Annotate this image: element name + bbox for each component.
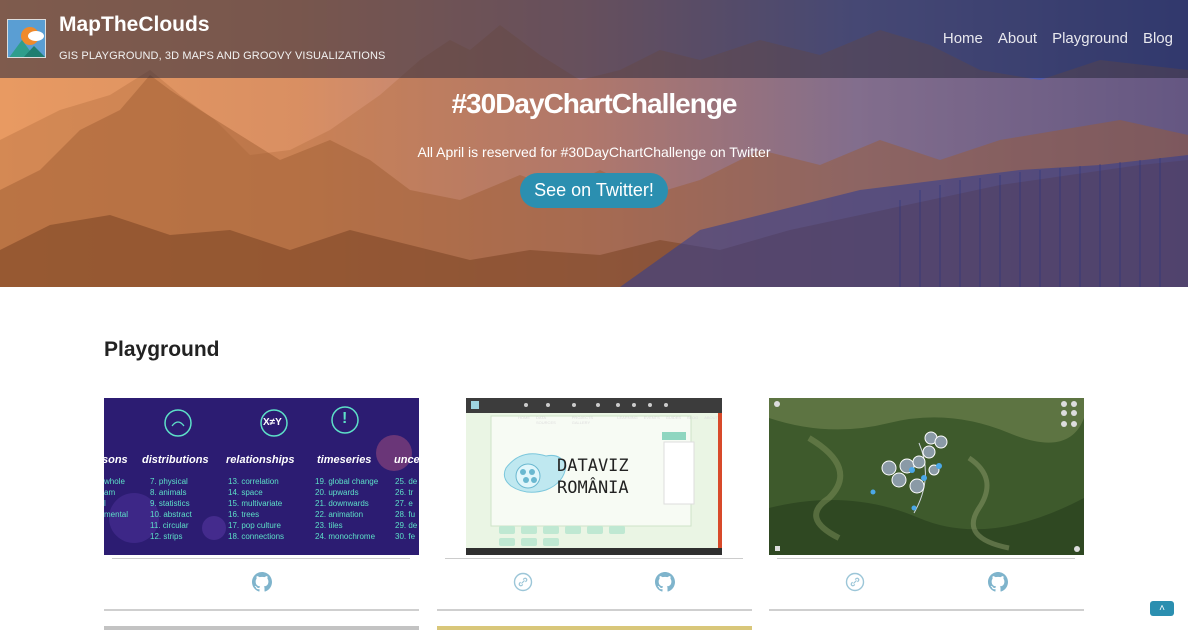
- brand-name[interactable]: MapTheClouds: [59, 13, 210, 37]
- see-on-twitter-button[interactable]: See on Twitter!: [520, 173, 668, 208]
- card-divider: [777, 558, 1075, 559]
- thumb-col: whole am l mental: [104, 477, 129, 519]
- thumb-header: relationships: [226, 454, 295, 466]
- navbar: MapTheClouds GIS PLAYGROUND, 3D MAPS AND…: [0, 0, 1188, 78]
- thumb-header: timeseries: [317, 454, 372, 466]
- card-thumbnail[interactable]: DATAVIZ ROMÂNIA HOME DATA SOURCES PROJECTS…: [466, 398, 722, 555]
- playground-card-dataviz-romania: DATAVIZ ROMÂNIA HOME DATA SOURCES PROJECTS…: [437, 398, 752, 611]
- thumb-col: 19. global change 20. upwards 21. downward…: [315, 477, 379, 541]
- card-bottom-border: [104, 609, 419, 611]
- github-icon[interactable]: [655, 572, 675, 592]
- chevron-up-icon[interactable]: ˄: [1150, 601, 1174, 616]
- symbol-exclamation: !: [342, 410, 348, 427]
- card-divider: [445, 558, 743, 559]
- link-icon[interactable]: [845, 572, 865, 592]
- hero-banner: MapTheClouds GIS PLAYGROUND, 3D MAPS AND…: [0, 0, 1188, 287]
- thumb-header: distributions: [142, 454, 209, 466]
- thumb-col: 7. physical 8. animals 9. statistics 10. ab…: [150, 477, 192, 541]
- brand-tagline: GIS PLAYGROUND, 3D MAPS AND GROOVY VISUA…: [59, 50, 386, 62]
- thumb-title: DATAVIZ ROMÂNIA: [557, 456, 629, 498]
- thumb-menu: HOME DATA SOURCES PROJECTS GALLERY LEARNING…: [518, 415, 718, 425]
- thumb-col: 13. correlation 14. space 15. multivariate…: [228, 477, 285, 541]
- thumb-header: unce: [394, 454, 419, 466]
- nav-playground[interactable]: Playground: [1052, 30, 1128, 47]
- nav-about[interactable]: About: [998, 30, 1037, 47]
- symbol-xy: X≠Y: [263, 417, 282, 428]
- link-icon[interactable]: [513, 572, 533, 592]
- card-thumbnail[interactable]: [769, 398, 1084, 555]
- logo-icon[interactable]: [7, 19, 46, 58]
- nav-home[interactable]: Home: [943, 30, 983, 47]
- card-divider: [112, 558, 410, 559]
- satellite-map[interactable]: [769, 398, 1084, 555]
- nav-blog[interactable]: Blog: [1143, 30, 1173, 47]
- card-bottom-border: [769, 609, 1084, 611]
- thumb-header: sons: [104, 454, 128, 466]
- main-nav: Home About Playground Blog: [943, 30, 1173, 47]
- section-title: Playground: [104, 338, 220, 361]
- hero-subtitle: All April is reserved for #30DayChartCha…: [417, 144, 771, 160]
- hero-title: #30DayChartChallenge: [451, 88, 737, 119]
- next-card-thumbnail[interactable]: [104, 626, 419, 630]
- card-bottom-border: [437, 609, 752, 611]
- github-icon[interactable]: [252, 572, 272, 592]
- card-thumbnail[interactable]: X≠Y ! sons distributions relationships t…: [104, 398, 419, 555]
- playground-card-chart-challenge: X≠Y ! sons distributions relationships t…: [104, 398, 419, 611]
- thumb-col: 25. de 26. tr 27. e 28. fu 29. de 30. fe: [395, 477, 418, 541]
- github-icon[interactable]: [988, 572, 1008, 592]
- playground-card-satellite-map: [769, 398, 1084, 611]
- next-card-thumbnail[interactable]: [437, 626, 752, 630]
